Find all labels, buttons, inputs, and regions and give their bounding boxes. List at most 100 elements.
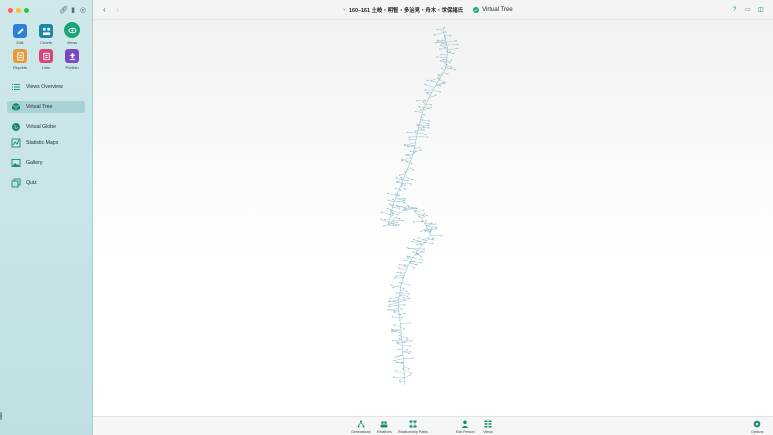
person-node[interactable] [389, 303, 391, 306]
person-node[interactable] [386, 207, 389, 210]
person-node[interactable] [414, 110, 417, 112]
person-node[interactable] [423, 129, 426, 131]
person-node[interactable] [418, 146, 421, 149]
person-node[interactable] [384, 218, 386, 221]
person-node[interactable] [420, 255, 423, 258]
person-node[interactable] [424, 230, 427, 232]
options-button[interactable]: Options [751, 420, 763, 434]
sidebar-item-virtual-tree[interactable]: Virtual Tree [7, 101, 85, 113]
person-node[interactable] [419, 109, 422, 111]
person-node[interactable] [428, 127, 430, 129]
person-node[interactable] [419, 243, 422, 245]
person-node[interactable] [434, 94, 437, 96]
person-node[interactable] [397, 355, 400, 357]
person-node[interactable] [392, 198, 394, 200]
person-node[interactable] [380, 218, 383, 221]
person-node[interactable] [410, 340, 413, 342]
person-node[interactable] [396, 271, 399, 274]
person-node[interactable] [419, 230, 422, 232]
person-node[interactable] [398, 267, 400, 269]
person-node[interactable] [452, 52, 455, 55]
person-node[interactable] [430, 79, 433, 82]
person-node[interactable] [397, 349, 399, 351]
person-node[interactable] [409, 345, 412, 347]
person-node[interactable] [434, 42, 437, 44]
person-node[interactable] [410, 372, 413, 374]
person-node[interactable] [393, 359, 396, 362]
person-node[interactable] [416, 100, 418, 102]
person-node[interactable] [391, 212, 394, 214]
person-node[interactable] [440, 44, 442, 46]
sidebar-item-statistic-maps[interactable]: Statistic Maps [7, 137, 85, 149]
person-node[interactable] [398, 264, 401, 266]
window-zoom-button[interactable] [24, 8, 29, 13]
person-node[interactable] [403, 199, 406, 201]
generations-button[interactable]: Generations [351, 420, 371, 434]
person-node[interactable] [401, 160, 403, 162]
relationship-paths-button[interactable]: Relationship Paths [398, 420, 428, 434]
person-node[interactable] [443, 46, 446, 49]
person-node[interactable] [423, 248, 425, 250]
person-node[interactable] [393, 277, 396, 279]
person-node[interactable] [435, 228, 437, 230]
link-icon[interactable]: 🔗︎ [59, 7, 68, 15]
person-node[interactable] [406, 160, 408, 163]
person-node[interactable] [410, 163, 413, 165]
person-node[interactable] [406, 337, 409, 339]
person-node[interactable] [403, 297, 405, 299]
person-node[interactable] [407, 154, 409, 156]
person-node[interactable] [450, 67, 452, 69]
person-node[interactable] [406, 295, 409, 297]
person-node[interactable] [387, 199, 390, 201]
person-node[interactable] [441, 59, 444, 61]
search-person-icon[interactable]: ◎ [79, 7, 87, 15]
help-icon[interactable]: ? [733, 6, 736, 14]
person-node[interactable] [401, 158, 403, 161]
sidebar-item-views-overview[interactable]: Views Overview [7, 81, 85, 93]
person-node[interactable] [401, 200, 404, 202]
person-node[interactable] [396, 205, 399, 208]
person-node[interactable] [426, 92, 429, 94]
person-node[interactable] [423, 114, 425, 116]
person-node[interactable] [389, 297, 392, 299]
person-node[interactable] [395, 292, 398, 295]
tool-lists[interactable]: Lists [33, 49, 59, 70]
person-node[interactable] [432, 237, 435, 239]
person-node[interactable] [411, 357, 414, 359]
person-node[interactable] [406, 349, 408, 351]
person-node[interactable] [406, 247, 409, 249]
person-node[interactable] [402, 219, 404, 222]
person-node[interactable] [392, 340, 394, 342]
person-node[interactable] [413, 267, 416, 269]
person-node[interactable] [420, 250, 423, 252]
person-node[interactable] [423, 99, 426, 101]
person-node[interactable] [440, 54, 442, 56]
person-node[interactable] [437, 39, 439, 41]
person-node[interactable] [412, 221, 415, 223]
person-node[interactable] [400, 282, 403, 285]
person-node[interactable] [391, 331, 393, 333]
person-node[interactable] [408, 293, 410, 295]
person-node[interactable] [416, 240, 419, 242]
person-node[interactable] [436, 29, 439, 31]
bookmark-icon[interactable]: ▮ [69, 7, 77, 15]
person-node[interactable] [439, 85, 442, 87]
person-node[interactable] [400, 308, 403, 310]
person-node[interactable] [406, 339, 409, 341]
person-node[interactable] [396, 342, 399, 345]
person-node[interactable] [442, 82, 445, 84]
person-node[interactable] [441, 67, 443, 69]
person-node[interactable] [425, 214, 428, 217]
person-node[interactable] [403, 265, 405, 267]
person-node[interactable] [390, 204, 393, 207]
sidebar-item-virtual-globe[interactable]: Virtual Globe [7, 121, 85, 133]
person-node[interactable] [444, 31, 447, 33]
person-node[interactable] [403, 144, 406, 146]
tool-charts[interactable]: Charts [33, 24, 59, 45]
person-node[interactable] [388, 300, 391, 302]
person-node[interactable] [398, 218, 401, 220]
person-node[interactable] [395, 356, 397, 358]
person-node[interactable] [386, 192, 389, 195]
person-node[interactable] [430, 104, 432, 106]
person-node[interactable] [450, 66, 453, 68]
